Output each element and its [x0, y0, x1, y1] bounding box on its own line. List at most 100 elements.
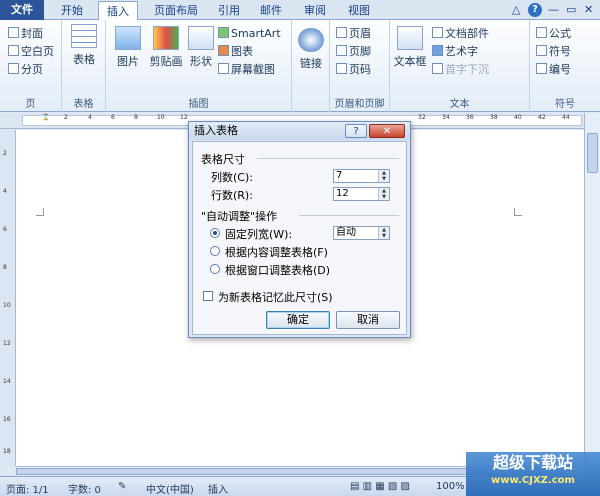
table-icon	[71, 24, 97, 48]
fixed-width-radio[interactable]	[210, 228, 220, 238]
spin-arrows-icon[interactable]: ▲ ▼	[378, 227, 389, 239]
autofit-heading: "自动调整"操作	[201, 210, 278, 223]
smartart-button[interactable]: SmartArt	[218, 26, 281, 42]
footer-icon	[336, 45, 347, 56]
clipart-button[interactable]: 剪贴画	[146, 26, 186, 69]
page-break-icon	[8, 63, 19, 74]
tab-references[interactable]: 引用	[212, 1, 246, 20]
pi-icon	[536, 27, 547, 38]
picture-button[interactable]: 图片	[112, 26, 144, 69]
fixed-width-field[interactable]: 自动 ▲ ▼	[333, 226, 390, 240]
columns-stepper[interactable]: 7 ▲ ▼	[333, 169, 390, 183]
word-count[interactable]: 字数: 0	[68, 481, 101, 496]
group-label-pages: 页	[25, 99, 36, 110]
numbering-button[interactable]: 编号	[536, 62, 571, 78]
vertical-ruler[interactable]: 2 4 6 8 10 12 14 16 18	[0, 130, 16, 466]
header-button[interactable]: 页眉	[336, 26, 371, 42]
tab-mailings[interactable]: 邮件	[254, 1, 288, 20]
textbox-icon	[397, 26, 423, 50]
table-button[interactable]: 表格	[69, 24, 99, 67]
collapse-ribbon-icon[interactable]: △	[512, 3, 520, 16]
zoom-level[interactable]: 100%	[436, 481, 465, 492]
tab-home[interactable]: 开始	[52, 1, 92, 20]
numbering-icon	[536, 63, 547, 74]
remember-size-checkbox[interactable]	[203, 291, 213, 301]
tab-file[interactable]: 文件	[0, 0, 44, 20]
group-label-text: 文本	[449, 99, 470, 110]
restore-icon[interactable]: ▭	[566, 3, 576, 16]
view-buttons-icon[interactable]: ▤ ▥ ▦ ▧ ▨	[350, 481, 410, 492]
blank-page-icon	[8, 45, 19, 56]
shapes-button[interactable]: 形状	[186, 26, 216, 69]
help-icon[interactable]: ?	[528, 3, 542, 17]
equation-button[interactable]: 公式	[536, 26, 571, 42]
page-number-button[interactable]: 页码	[336, 62, 371, 78]
cover-page-button[interactable]: 封面	[8, 26, 43, 42]
table-size-heading: 表格尺寸	[201, 153, 245, 166]
autofit-window-radio[interactable]	[210, 264, 220, 274]
screenshot-icon	[218, 63, 229, 74]
group-label-header-footer: 页眉和页脚	[334, 99, 385, 110]
dialog-body: 表格尺寸 列数(C): 7 ▲ ▼ 行数(R): 12 ▲ ▼ "自动调整"操作 固定列…	[192, 141, 407, 335]
cover-page-icon	[8, 27, 19, 38]
dropcap-icon	[432, 63, 443, 74]
vertical-scroll-thumb[interactable]	[587, 133, 598, 173]
proofing-icon[interactable]: ✎	[118, 481, 126, 492]
header-icon	[336, 27, 347, 38]
dialog-close-button[interactable]: ✕	[369, 124, 405, 138]
autofit-content-label: 根据内容调整表格(F)	[225, 246, 328, 259]
picture-icon	[115, 26, 141, 50]
ruler-marker-icon[interactable]: ⌛	[42, 114, 49, 121]
autofit-window-label: 根据窗口调整表格(D)	[225, 264, 331, 277]
spin-arrows-icon[interactable]: ▲ ▼	[378, 188, 389, 200]
close-icon[interactable]: ✕	[584, 3, 593, 16]
links-button[interactable]: 链接	[296, 28, 326, 71]
vertical-scrollbar[interactable]	[584, 113, 600, 466]
group-label-illustrations: 插图	[188, 99, 209, 110]
tab-insert[interactable]: 插入	[98, 1, 138, 21]
smartart-icon	[218, 27, 229, 38]
tab-review[interactable]: 审阅	[298, 1, 332, 20]
quick-parts-icon	[432, 27, 443, 38]
group-illustrations: 图片 剪贴画 形状 SmartArt 图表 屏幕截图 插图	[106, 20, 292, 112]
tab-view[interactable]: 视图	[342, 1, 376, 20]
group-text: 文本框 文档部件 艺术字 首字下沉 文本	[390, 20, 530, 112]
margin-corner-right	[514, 208, 522, 216]
chart-icon	[218, 45, 229, 56]
chart-button[interactable]: 图表	[218, 44, 253, 60]
page-number-icon	[336, 63, 347, 74]
page-count[interactable]: 页面: 1/1	[6, 481, 49, 496]
quick-parts-button[interactable]: 文档部件	[432, 26, 489, 42]
wordart-button[interactable]: 艺术字	[432, 44, 478, 60]
cancel-button[interactable]: 取消	[336, 311, 400, 329]
group-table: 表格 表格	[62, 20, 106, 112]
symbol-button[interactable]: 符号	[536, 44, 571, 60]
minimize-icon[interactable]: —	[548, 3, 559, 16]
omega-icon	[536, 45, 547, 56]
divider	[257, 158, 399, 159]
group-symbols: 公式 符号 编号 符号	[530, 20, 600, 112]
dialog-help-button[interactable]: ?	[345, 124, 367, 138]
dropcap-button[interactable]: 首字下沉	[432, 62, 489, 78]
ok-button[interactable]: 确定	[266, 311, 330, 329]
textbox-button[interactable]: 文本框	[392, 26, 428, 69]
watermark-logo: 超级下载站 www.CJXZ.com	[466, 452, 600, 496]
language-indicator[interactable]: 中文(中国)	[146, 481, 194, 496]
screenshot-button[interactable]: 屏幕截图	[218, 62, 275, 78]
autofit-content-radio[interactable]	[210, 246, 220, 256]
group-label-table: 表格	[73, 99, 94, 110]
insert-table-dialog: 插入表格 ? ✕ 表格尺寸 列数(C): 7 ▲ ▼ 行数(R): 12 ▲ ▼ "自动…	[188, 121, 411, 338]
columns-label: 列数(C):	[211, 171, 253, 184]
shapes-icon	[188, 26, 214, 50]
spin-arrows-icon[interactable]: ▲ ▼	[378, 170, 389, 182]
rows-stepper[interactable]: 12 ▲ ▼	[333, 187, 390, 201]
group-label-symbols: 符号	[555, 99, 575, 110]
insert-mode[interactable]: 插入	[208, 481, 228, 496]
ribbon-tab-bar: 文件 开始 插入 页面布局 引用 邮件 审阅 视图 △ ? — ▭ ✕	[0, 0, 600, 21]
tab-page-layout[interactable]: 页面布局	[146, 1, 206, 20]
group-pages: 封面 空白页 分页 页	[0, 20, 62, 112]
footer-button[interactable]: 页脚	[336, 44, 371, 60]
margin-corner-left	[36, 208, 44, 216]
blank-page-button[interactable]: 空白页	[8, 44, 54, 60]
page-break-button[interactable]: 分页	[8, 62, 43, 78]
